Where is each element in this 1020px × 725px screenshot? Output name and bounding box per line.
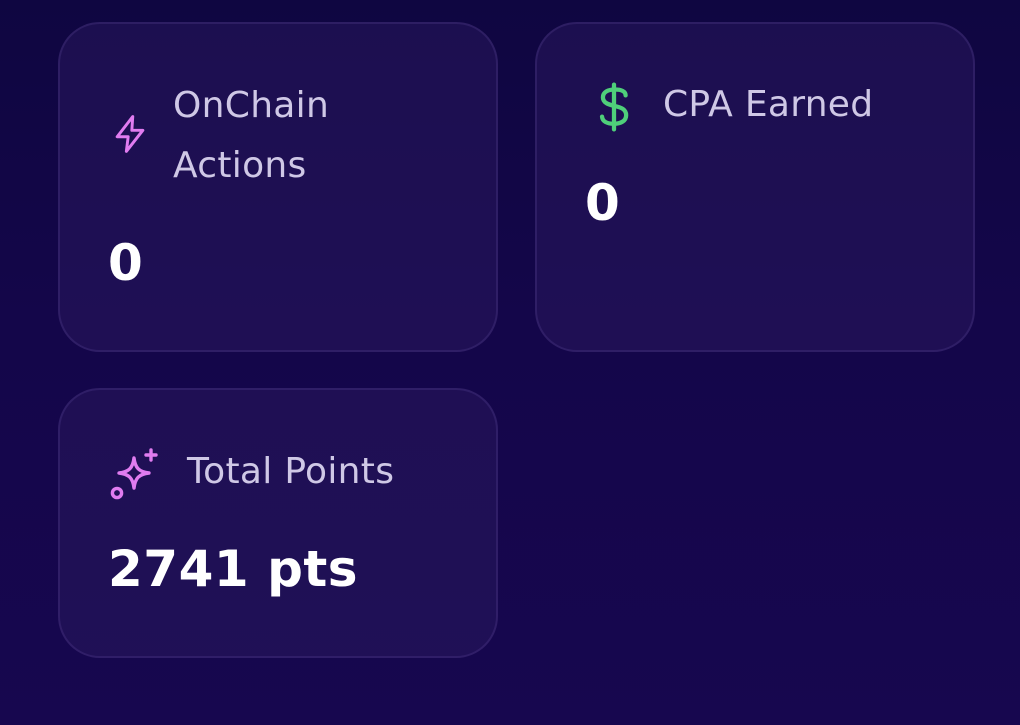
onchain-actions-card: OnChain Actions 0 — [58, 22, 498, 352]
lightning-icon — [108, 112, 152, 156]
total-points-value: 2741 pts — [108, 540, 359, 598]
cpa-earned-value: 0 — [585, 174, 621, 232]
cpa-earned-label: CPA Earned — [663, 84, 874, 125]
total-points-card: Total Points 2741 pts — [58, 388, 498, 658]
dollar-icon — [592, 82, 636, 132]
cpa-earned-card: CPA Earned 0 — [535, 22, 975, 352]
onchain-actions-label: OnChain Actions — [173, 85, 330, 186]
onchain-actions-value: 0 — [108, 234, 144, 292]
total-points-label: Total Points — [187, 451, 395, 492]
sparkles-icon — [108, 446, 164, 502]
